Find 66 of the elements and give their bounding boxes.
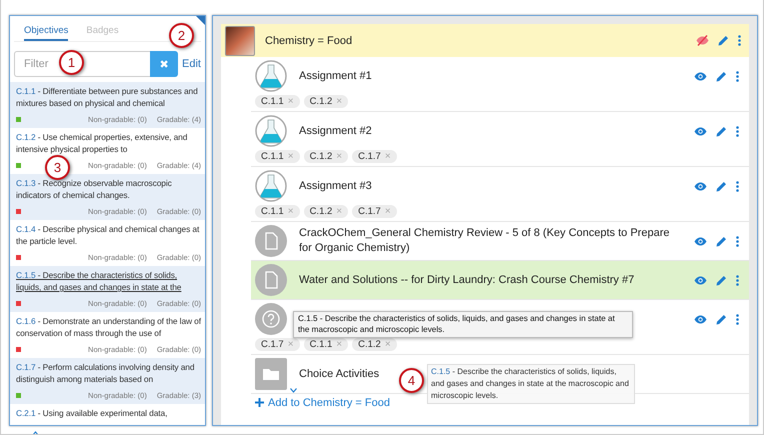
objective-tag[interactable]: C.1.1 × bbox=[255, 95, 300, 108]
objective-tag[interactable]: C.1.7 × bbox=[352, 205, 397, 218]
folder-icon bbox=[255, 358, 287, 390]
more-options-icon[interactable] bbox=[736, 274, 739, 286]
flask-icon bbox=[255, 60, 287, 92]
objective-tag[interactable]: C.1.2 × bbox=[352, 338, 397, 351]
more-options-icon[interactable] bbox=[736, 236, 739, 246]
pencil-icon[interactable] bbox=[716, 274, 727, 286]
module-item[interactable]: Assignment #3 C.1.1 × C.1.2 × C.1.7 × bbox=[251, 167, 749, 222]
objective-text: C.1.6 - Demonstrate an understanding of the law of conservation of mass through the use of bbox=[16, 315, 201, 339]
plus-icon bbox=[255, 398, 264, 407]
question-mark-icon bbox=[255, 303, 287, 335]
objective-row[interactable]: C.2.1 - Using available experimental data, bbox=[10, 404, 205, 425]
drag-preview-tooltip: C.1.5 - Describe the characteristics of solids, liquids, and gases and changes in state at the macroscopic and microscopic levels. bbox=[427, 364, 635, 404]
tooltip: C.1.5 - Describe the characteristics of solids, liquids, and gases and changes in state at the macroscopic and microscopic levels. bbox=[293, 311, 633, 338]
expand-caret-icon[interactable] bbox=[290, 388, 297, 393]
panel-tab[interactable]: Objectives bbox=[24, 25, 68, 41]
document-icon bbox=[255, 225, 287, 257]
objective-text: C.2.1 - Using available experimental data, bbox=[16, 407, 168, 419]
eye-icon[interactable] bbox=[694, 182, 707, 190]
item-title[interactable]: Assignment #2 bbox=[299, 124, 682, 138]
pencil-icon[interactable] bbox=[716, 70, 727, 82]
item-title[interactable]: Assignment #1 bbox=[299, 68, 682, 84]
objective-tag[interactable]: C.1.2 × bbox=[304, 95, 348, 108]
objective-tag[interactable]: C.1.7 × bbox=[352, 150, 397, 163]
module-item[interactable]: Water and Solutions -- for Dirty Laundry: Crash Course Chemistry #7 bbox=[251, 261, 749, 300]
more-options-icon[interactable] bbox=[736, 180, 739, 192]
item-title[interactable]: Assignment #3 bbox=[299, 178, 682, 194]
pencil-icon[interactable] bbox=[718, 35, 729, 46]
flask-icon bbox=[255, 170, 287, 202]
document-icon bbox=[255, 264, 287, 296]
more-options-icon[interactable] bbox=[738, 35, 741, 46]
pencil-icon[interactable] bbox=[716, 180, 727, 192]
photo-placeholder bbox=[225, 26, 255, 56]
item-title[interactable]: Water and Solutions -- for Dirty Laundry: Crash Course Chemistry #7 bbox=[299, 272, 682, 288]
hidden-eye-icon[interactable] bbox=[696, 35, 709, 46]
more-options-icon[interactable] bbox=[736, 314, 739, 324]
eye-icon[interactable] bbox=[694, 72, 707, 80]
eye-icon[interactable] bbox=[694, 236, 707, 246]
objective-text: C.1.5 - Describe the characteristics of solids, liquids, and gases and changes in state at the bbox=[16, 269, 182, 293]
objective-tag[interactable]: C.1.1 × bbox=[304, 338, 348, 351]
add-link[interactable]: Add to Chemistry = Food bbox=[255, 396, 390, 408]
objective-text: C.1.4 - Describe physical and chemical changes at the particle level. bbox=[16, 223, 200, 247]
module-item[interactable]: Assignment #1 C.1.1 × C.1.2 × bbox=[251, 57, 749, 112]
objective-text: C.1.7 - Perform calculations involving density and distinguish among materials based on bbox=[16, 361, 196, 385]
objective-tag[interactable]: C.1.1 × bbox=[255, 150, 300, 163]
objective-text: C.1.2 - Use chemical properties, extensive, and intensive physical properties to bbox=[16, 131, 188, 155]
item-title[interactable]: CrackOChem_General Chemistry Review - 5 of 8 (Key Concepts to Prepare for Organic Chemistry) bbox=[299, 226, 682, 256]
eye-icon[interactable] bbox=[694, 276, 707, 284]
more-options-icon[interactable] bbox=[736, 70, 739, 82]
eye-icon[interactable] bbox=[694, 126, 707, 136]
pencil-icon[interactable] bbox=[716, 236, 727, 246]
objective-text: C.1.3 - Recognize observable macroscopic indicators of chemical changes. bbox=[16, 177, 173, 201]
more-options-icon[interactable] bbox=[736, 126, 739, 136]
module-item[interactable]: Assignment #2 C.1.1 × C.1.2 × C.1.7 × bbox=[251, 112, 749, 167]
objective-text: C.1.1 - Differentiate between pure substances and mixtures based on physical and chemical bbox=[16, 85, 199, 109]
eye-icon[interactable] bbox=[694, 314, 707, 324]
module-title[interactable]: Chemistry = Food bbox=[265, 34, 686, 46]
edit-link[interactable]: Edit bbox=[182, 58, 201, 70]
pencil-icon[interactable] bbox=[716, 126, 727, 136]
objective-tag[interactable]: C.1.7 × bbox=[255, 338, 300, 351]
objective-tag[interactable]: C.1.2 × bbox=[304, 205, 348, 218]
objective-tag[interactable]: C.1.1 × bbox=[255, 205, 300, 218]
flask-icon bbox=[255, 115, 287, 147]
objective-tag[interactable]: C.1.2 × bbox=[304, 150, 348, 163]
pencil-icon[interactable] bbox=[716, 314, 727, 324]
